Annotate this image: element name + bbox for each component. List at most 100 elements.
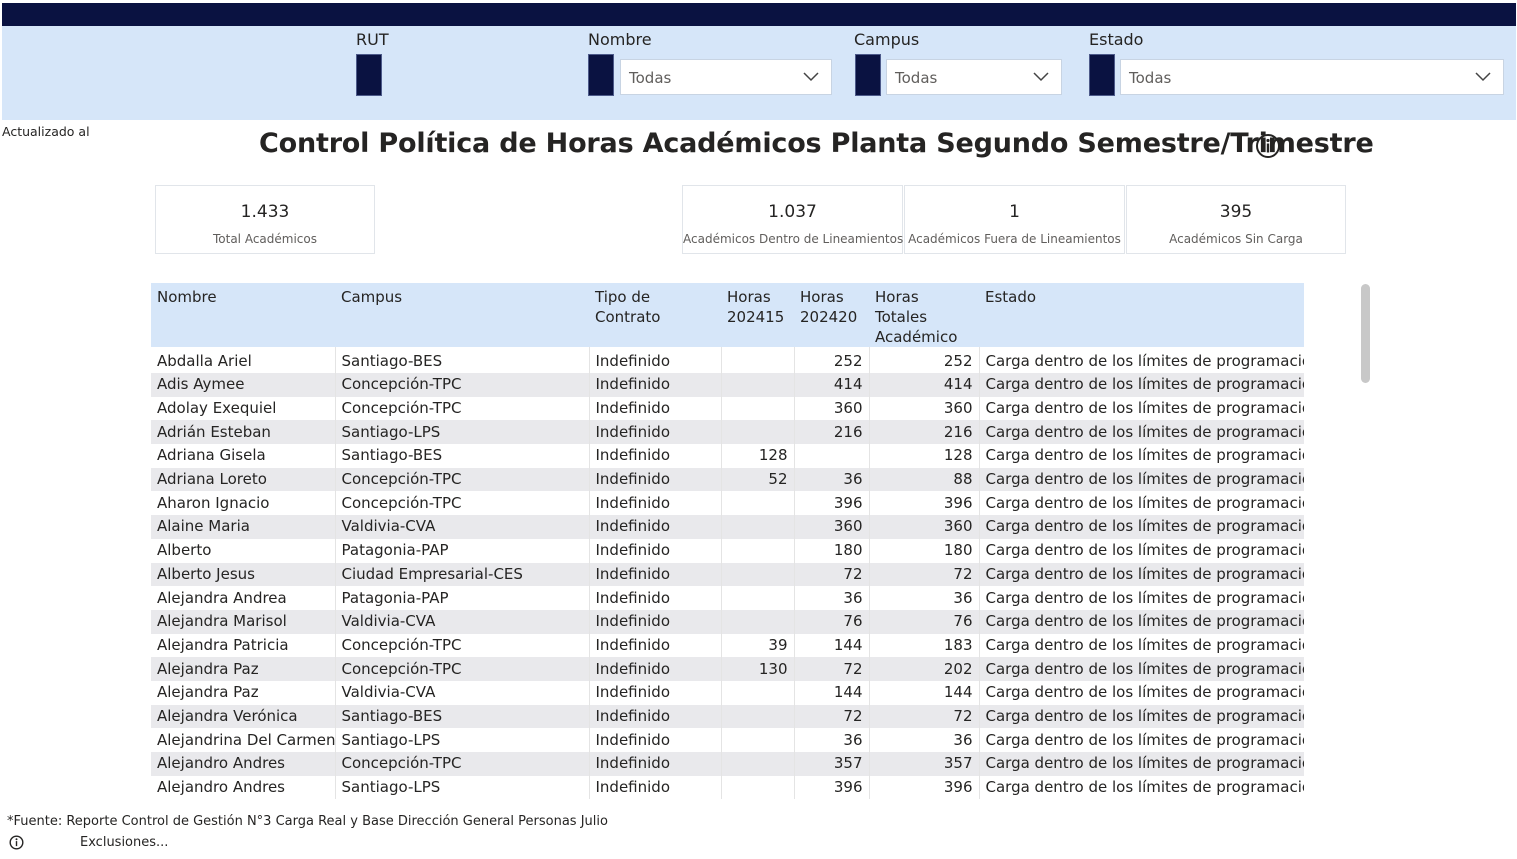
- table-cell: Alejandro Andres: [151, 775, 336, 799]
- table-cell: 252: [794, 347, 870, 373]
- table-cell: 183: [869, 633, 980, 658]
- table-cell: 130: [721, 657, 795, 681]
- info-icon[interactable]: [9, 835, 24, 850]
- table-cell: Alejandra Andrea: [151, 586, 336, 610]
- table-cell: Santiago-BES: [335, 444, 590, 468]
- column-header[interactable]: Tipo de Contrato: [589, 283, 721, 347]
- table-cell: Valdivia-CVA: [335, 515, 590, 539]
- kpi-value: 1.037: [768, 202, 817, 222]
- table-row[interactable]: Adriana Loreto Concepción-TPC Indefinido 52…: [151, 467, 1304, 492]
- table-row[interactable]: Alejandro Andres Santiago-LPS Indefinido 39…: [151, 775, 1304, 799]
- column-header[interactable]: Horas 202420: [794, 283, 869, 347]
- table-row[interactable]: Adolay Exequiel Concepción-TPC Indefinido 3…: [151, 396, 1304, 421]
- estado-dropdown[interactable]: Todas: [1120, 59, 1504, 95]
- table-row[interactable]: Alejandra Patricia Concepción-TPC Indefini…: [151, 633, 1304, 658]
- table-cell: Carga dentro de los límites de programac…: [979, 775, 1304, 799]
- table-cell: Alberto Jesus: [151, 562, 336, 587]
- table-row[interactable]: Alberto Jesus Ciudad Empresarial-CES Indef…: [151, 562, 1304, 587]
- estado-filter-toggle[interactable]: [1089, 54, 1115, 96]
- table-cell: Concepción-TPC: [335, 373, 590, 397]
- table-cell: 36: [869, 728, 980, 752]
- page-title: Control Política de Horas Académicos Pla…: [259, 128, 1374, 159]
- table-cell: 180: [794, 538, 870, 563]
- data-table: Nombre Campus Tipo de Contrato Horas 202…: [151, 283, 1304, 799]
- table-cell: 36: [869, 586, 980, 610]
- table-row[interactable]: Adrián Esteban Santiago-LPS Indefinido 216 2…: [151, 420, 1304, 445]
- table-cell: [721, 396, 795, 421]
- table-cell: 216: [794, 420, 870, 445]
- table-cell: Indefinido: [589, 538, 722, 563]
- table-cell: 72: [794, 657, 870, 681]
- table-row[interactable]: Adis Aymee Concepción-TPC Indefinido 414 414…: [151, 373, 1304, 397]
- table-cell: Carga dentro de los límites de programac…: [979, 467, 1304, 492]
- kpi-value: 1: [1009, 202, 1020, 222]
- table-row[interactable]: Alejandra Andrea Patagonia-PAP Indefinido 3…: [151, 586, 1304, 610]
- table-row[interactable]: Alejandro Andres Concepción-TPC Indefinido…: [151, 752, 1304, 776]
- table-row[interactable]: Alejandra Marisol Valdivia-CVA Indefinido 7…: [151, 609, 1304, 634]
- table-row[interactable]: Alaine Maria Valdivia-CVA Indefinido 360 360…: [151, 515, 1304, 539]
- table-cell: Patagonia-PAP: [335, 538, 590, 563]
- table-row[interactable]: Alejandra Paz Concepción-TPC Indefinido 130…: [151, 657, 1304, 681]
- table-cell: [721, 491, 795, 516]
- campus-dropdown[interactable]: Todas: [886, 59, 1062, 95]
- table-row[interactable]: Alejandra Verónica Santiago-BES Indefinido…: [151, 704, 1304, 729]
- table-cell: 72: [869, 704, 980, 729]
- table-cell: Alaine Maria: [151, 515, 336, 539]
- table-cell: Carga dentro de los límites de programac…: [979, 444, 1304, 468]
- table-row[interactable]: Alberto Patagonia-PAP Indefinido 180 180 Carg…: [151, 538, 1304, 563]
- table-cell: 128: [869, 444, 980, 468]
- kpi-card-total: 1.433 Total Académicos: [155, 185, 375, 254]
- kpi-value: 395: [1219, 202, 1253, 222]
- table-cell: 72: [794, 562, 870, 587]
- campus-filter-toggle[interactable]: [855, 54, 881, 96]
- table-row[interactable]: Abdalla Ariel Santiago-BES Indefinido 252 25…: [151, 347, 1304, 373]
- column-header[interactable]: Campus: [335, 283, 589, 347]
- table-cell: Alejandra Paz: [151, 680, 336, 705]
- table-cell: 360: [794, 396, 870, 421]
- chevron-down-icon: [1475, 72, 1491, 82]
- table-cell: Indefinido: [589, 347, 722, 373]
- table-cell: Alejandra Patricia: [151, 633, 336, 658]
- table-cell: Concepción-TPC: [335, 633, 590, 658]
- table-row[interactable]: Alejandrina Del Carmen Santiago-LPS Indefi…: [151, 728, 1304, 752]
- table-row[interactable]: Alejandra Paz Valdivia-CVA Indefinido 144 14…: [151, 680, 1304, 705]
- table-cell: Santiago-LPS: [335, 420, 590, 445]
- table-row[interactable]: Adriana Gisela Santiago-BES Indefinido 128 1…: [151, 444, 1304, 468]
- table-cell: 414: [869, 373, 980, 397]
- table-cell: 88: [869, 467, 980, 492]
- table-cell: Concepción-TPC: [335, 396, 590, 421]
- table-cell: Alejandra Verónica: [151, 704, 336, 729]
- table-cell: [721, 538, 795, 563]
- table-cell: 360: [869, 515, 980, 539]
- info-icon[interactable]: [1255, 133, 1281, 159]
- exclusions-link[interactable]: Exclusiones...: [80, 835, 168, 850]
- table-cell: 72: [869, 562, 980, 587]
- nombre-filter-toggle[interactable]: [588, 54, 614, 96]
- table-cell: [721, 680, 795, 705]
- column-header[interactable]: Horas Totales Académico: [869, 283, 979, 347]
- table-cell: 180: [869, 538, 980, 563]
- kpi-card-dentro: 1.037 Académicos Dentro de Lineamientos: [682, 185, 903, 254]
- table-scrollbar[interactable]: [1361, 284, 1370, 383]
- table-cell: Indefinido: [589, 609, 722, 634]
- updated-label: Actualizado al: [2, 124, 90, 139]
- table-cell: 216: [869, 420, 980, 445]
- kpi-card-sin-carga: 395 Académicos Sin Carga: [1126, 185, 1346, 254]
- nombre-dropdown[interactable]: Todas: [620, 59, 832, 95]
- table-cell: Carga dentro de los límites de programac…: [979, 515, 1304, 539]
- table-row[interactable]: Aharon Ignacio Concepción-TPC Indefinido 39…: [151, 491, 1304, 516]
- column-header[interactable]: Estado: [979, 283, 1304, 347]
- table-cell: Carga dentro de los límites de programac…: [979, 680, 1304, 705]
- table-cell: Indefinido: [589, 586, 722, 610]
- table-cell: Ciudad Empresarial-CES: [335, 562, 590, 587]
- table-cell: 414: [794, 373, 870, 397]
- table-cell: [721, 420, 795, 445]
- table-cell: Indefinido: [589, 633, 722, 658]
- table-cell: 144: [869, 680, 980, 705]
- table-cell: 357: [869, 752, 980, 776]
- rut-filter-input[interactable]: [356, 54, 382, 96]
- column-header[interactable]: Horas 202415: [721, 283, 794, 347]
- table-cell: 360: [869, 396, 980, 421]
- table-cell: Carga dentro de los límites de programac…: [979, 538, 1304, 563]
- column-header[interactable]: Nombre: [151, 283, 335, 347]
